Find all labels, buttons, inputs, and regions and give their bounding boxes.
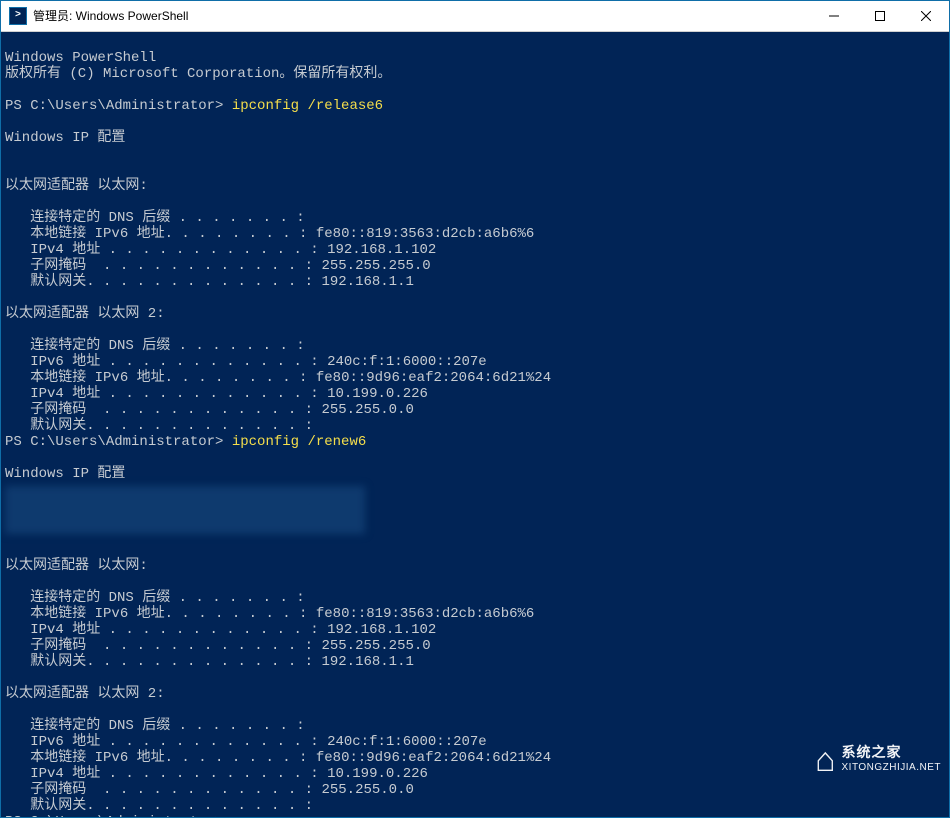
minimize-button[interactable] xyxy=(811,1,857,31)
row-label: IPv4 地址 . . . . . . . . . . . . : xyxy=(30,766,318,782)
prompt: PS C:\Users\Administrator> xyxy=(5,814,223,818)
ipconfig-header: Windows IP 配置 xyxy=(5,130,125,146)
row-label: 本地链接 IPv6 地址. . . . . . . . : xyxy=(30,750,307,766)
row-label: 本地链接 IPv6 地址. . . . . . . . : xyxy=(30,606,307,622)
maximize-button[interactable] xyxy=(857,1,903,31)
row-label: 本地链接 IPv6 地址. . . . . . . . : xyxy=(30,370,307,386)
watermark-cn: 系统之家 xyxy=(842,745,942,760)
row-label: 默认网关. . . . . . . . . . . . . : xyxy=(30,274,313,290)
row-value: 192.168.1.1 xyxy=(321,274,413,290)
house-icon: ⌂ xyxy=(815,743,836,777)
copyright-line: 版权所有 (C) Microsoft Corporation。保留所有权利。 xyxy=(5,66,391,82)
row-label: 子网掩码 . . . . . . . . . . . . : xyxy=(30,402,313,418)
row-label: IPv4 地址 . . . . . . . . . . . . : xyxy=(30,622,318,638)
redacted-block: . xyxy=(5,486,365,534)
cursor: _ xyxy=(232,814,240,818)
row-value: 192.168.1.1 xyxy=(321,654,413,670)
ipconfig-header: Windows IP 配置 xyxy=(5,466,125,482)
watermark-en: XITONGZHIJIA.NET xyxy=(842,760,942,775)
row-value: 255.255.0.0 xyxy=(321,402,413,418)
row-value: fe80::9d96:eaf2:2064:6d21%24 xyxy=(316,370,551,386)
adapter-2-title: 以太网适配器 以太网 2: xyxy=(5,686,165,702)
row-value: fe80::819:3563:d2cb:a6b6%6 xyxy=(316,606,534,622)
row-label: 子网掩码 . . . . . . . . . . . . : xyxy=(30,638,313,654)
row-label: 子网掩码 . . . . . . . . . . . . : xyxy=(30,782,313,798)
close-button[interactable] xyxy=(903,1,949,31)
row-value: fe80::819:3563:d2cb:a6b6%6 xyxy=(316,226,534,242)
close-icon xyxy=(921,11,931,21)
row-value: 10.199.0.226 xyxy=(327,766,428,782)
adapter-1-title: 以太网适配器 以太网: xyxy=(5,558,148,574)
row-label: 连接特定的 DNS 后缀 . . . . . . . : xyxy=(30,718,304,734)
command-release6: ipconfig /release6 xyxy=(232,98,383,114)
row-value: 10.199.0.226 xyxy=(327,386,428,402)
watermark: ⌂ 系统之家 XITONGZHIJIA.NET xyxy=(815,743,941,777)
terminal-area[interactable]: Windows PowerShell 版权所有 (C) Microsoft Co… xyxy=(1,32,949,818)
row-label: 默认网关. . . . . . . . . . . . . : xyxy=(30,654,313,670)
titlebar[interactable]: > 管理员: Windows PowerShell xyxy=(1,1,949,32)
row-label: IPv4 地址 . . . . . . . . . . . . : xyxy=(30,242,318,258)
prompt: PS C:\Users\Administrator> xyxy=(5,98,223,114)
row-label: 默认网关. . . . . . . . . . . . . : xyxy=(30,418,313,434)
row-value: 255.255.255.0 xyxy=(321,638,430,654)
adapter-1-title: 以太网适配器 以太网: xyxy=(5,178,148,194)
row-label: IPv6 地址 . . . . . . . . . . . . : xyxy=(30,734,318,750)
app-icon: > xyxy=(9,7,27,25)
command-renew6: ipconfig /renew6 xyxy=(232,434,366,450)
row-value: 192.168.1.102 xyxy=(327,622,436,638)
row-label: 默认网关. . . . . . . . . . . . . : xyxy=(30,798,313,814)
row-label: 本地链接 IPv6 地址. . . . . . . . : xyxy=(30,226,307,242)
row-value: 255.255.255.0 xyxy=(321,258,430,274)
row-label: 连接特定的 DNS 后缀 . . . . . . . : xyxy=(30,338,304,354)
row-value: 240c:f:1:6000::207e xyxy=(327,734,487,750)
maximize-icon xyxy=(875,11,885,21)
row-value: fe80::9d96:eaf2:2064:6d21%24 xyxy=(316,750,551,766)
row-value: 255.255.0.0 xyxy=(321,782,413,798)
row-label: 连接特定的 DNS 后缀 . . . . . . . : xyxy=(30,210,304,226)
minimize-icon xyxy=(829,11,839,21)
row-label: 子网掩码 . . . . . . . . . . . . : xyxy=(30,258,313,274)
adapter-2-title: 以太网适配器 以太网 2: xyxy=(5,306,165,322)
row-label: 连接特定的 DNS 后缀 . . . . . . . : xyxy=(30,590,304,606)
prompt: PS C:\Users\Administrator> xyxy=(5,434,223,450)
row-label: IPv4 地址 . . . . . . . . . . . . : xyxy=(30,386,318,402)
banner-line: Windows PowerShell xyxy=(5,50,156,66)
row-value: 240c:f:1:6000::207e xyxy=(327,354,487,370)
row-value: 192.168.1.102 xyxy=(327,242,436,258)
powershell-window: > 管理员: Windows PowerShell Windows PowerS… xyxy=(0,0,950,818)
row-label: IPv6 地址 . . . . . . . . . . . . : xyxy=(30,354,318,370)
window-title: 管理员: Windows PowerShell xyxy=(33,8,811,24)
